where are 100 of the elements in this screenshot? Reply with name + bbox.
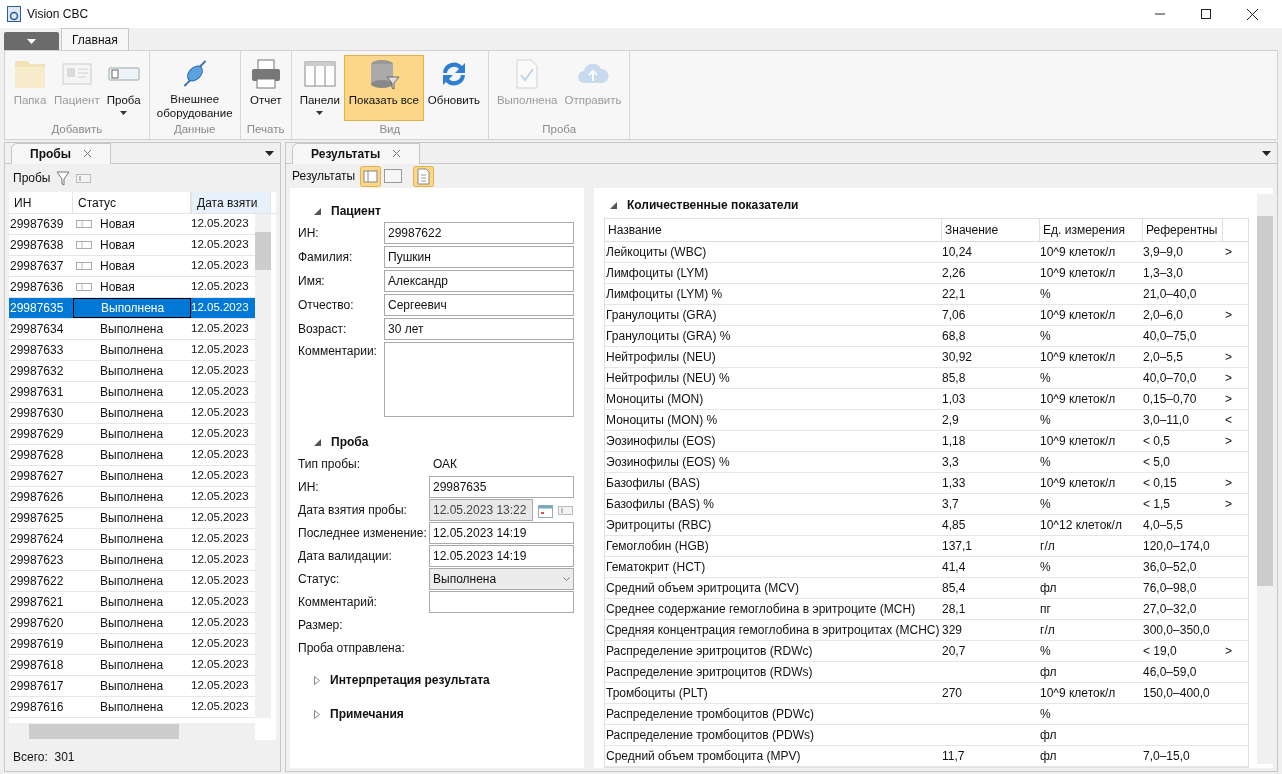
table-cell-text: 4,85 [942,517,967,534]
maximize-icon[interactable] [1201,9,1211,19]
text-field[interactable]: 29987622 [384,222,574,244]
sample-row[interactable]: 29987632 Выполнена 12.05.2023 [9,361,255,382]
ribbon-button[interactable]: Обновить [424,55,483,121]
column-header[interactable]: ИН [9,192,73,213]
comment-field[interactable] [384,342,574,417]
sample-row[interactable]: 29987635 Выполнена 12.05.2023 [9,298,255,319]
flag-indicator: > [1224,244,1232,261]
sample-row[interactable]: 29987637 Новая 12.05.2023 [9,256,255,277]
sample-row[interactable]: 29987620 Выполнена 12.05.2023 [9,613,255,634]
table-cell-text: Распределение эритроцитов (RDWs) [605,664,814,681]
single-view-icon[interactable] [384,169,403,183]
table-cell-text: 12.05.2023 [191,594,250,610]
collapse-triangle-icon[interactable] [314,207,321,215]
sample-row[interactable]: 29987616 Выполнена 12.05.2023 [9,697,255,718]
document-icon[interactable] [413,165,435,187]
filter-icon[interactable] [56,170,71,186]
sample-row[interactable]: 29987624 Выполнена 12.05.2023 [9,529,255,550]
table-cell-text: 85,8 [942,370,967,387]
table-cell-text: % [1040,706,1052,723]
split-view-icon[interactable] [360,165,382,187]
ribbon-button[interactable]: Отчет [245,55,286,121]
sample-row[interactable]: 29987639 Новая 12.05.2023 [9,214,255,235]
column-header[interactable]: Дата взяти [191,192,271,213]
sample-row[interactable]: 29987628 Выполнена 12.05.2023 [9,445,255,466]
column-header[interactable]: Значение [942,219,1040,241]
text-field[interactable]: 12.05.2023 14:19 [429,522,574,544]
sample-row[interactable]: 29987631 Выполнена 12.05.2023 [9,382,255,403]
flag-indicator: > [1224,391,1232,408]
expand-triangle-icon[interactable] [314,675,320,685]
table-cell-text: 12.05.2023 [191,258,250,274]
column-header[interactable]: Название [605,219,942,241]
ribbon-button[interactable]: Показать все [343,55,424,121]
text-field[interactable]: 30 лет [384,318,574,340]
table-cell-text: 29987624 [9,531,65,548]
collapse-triangle-icon[interactable] [610,201,617,209]
text-field[interactable] [429,591,574,613]
table-cell-text: 36,0–52,0 [1143,559,1198,576]
collapse-triangle-icon[interactable] [314,438,321,446]
sample-row[interactable]: 29987619 Выполнена 12.05.2023 [9,634,255,655]
table-cell-text: 29987623 [9,552,65,569]
text-field[interactable]: 12.05.2023 14:19 [429,545,574,567]
column-header[interactable]: Ед. измерения [1040,219,1143,241]
table-cell-text: Выполнена [100,489,164,506]
close-icon[interactable] [1247,8,1258,20]
table-cell-text: 29987622 [9,573,65,590]
sample-row[interactable]: 29987626 Выполнена 12.05.2023 [9,487,255,508]
pane-menu-caret-icon[interactable] [265,150,274,156]
sample-row[interactable]: 29987633 Выполнена 12.05.2023 [9,340,255,361]
sample-row[interactable]: 29987627 Выполнена 12.05.2023 [9,466,255,487]
section-title: Количественные показатели [627,197,799,214]
toggle-icon[interactable] [558,505,573,515]
sample-row[interactable]: 29987625 Выполнена 12.05.2023 [9,508,255,529]
sample-row[interactable]: 29987638 Новая 12.05.2023 [9,235,255,256]
table-cell-text: 29987630 [9,405,65,422]
status-dropdown[interactable]: Выполнена [429,568,574,590]
sample-row[interactable]: 29987623 Выполнена 12.05.2023 [9,550,255,571]
table-cell-text: 29987619 [9,636,65,653]
table-cell-text: 21,0–40,0 [1143,286,1198,303]
vertical-scrollbar[interactable] [255,214,271,718]
ribbon-button[interactable]: Проба [103,55,144,121]
sample-row[interactable]: 29987618 Выполнена 12.05.2023 [9,655,255,676]
sample-row[interactable]: 29987622 Выполнена 12.05.2023 [9,571,255,592]
field-label: Последнее изменение: [298,525,428,542]
table-cell-text: Выполнена [100,552,164,569]
sample-row[interactable]: 29987634 Выполнена 12.05.2023 [9,319,255,340]
application-menu-button[interactable] [4,32,59,50]
table-cell-text: 12.05.2023 [191,489,250,505]
table-cell-text: Гематокрит (HCT) [605,559,707,576]
table-cell-text: 29987625 [9,510,65,527]
table-cell-text: Выполнена [100,510,164,527]
sample-row[interactable]: 29987629 Выполнена 12.05.2023 [9,424,255,445]
table-cell-text: 29987620 [9,615,65,632]
table-cell-text: 27,0–32,0 [1143,601,1198,618]
pane-tab[interactable]: Пробы [11,142,111,164]
text-field[interactable]: Пушкин [384,246,574,268]
vertical-scrollbar[interactable] [1257,194,1273,764]
table-cell-text: % [1040,496,1052,513]
table-cell-text: фл [1040,580,1058,597]
horizontal-scrollbar[interactable] [9,723,255,740]
calendar-icon[interactable] [538,502,553,518]
expand-triangle-icon[interactable] [314,709,320,719]
text-field[interactable]: Сергеевич [384,294,574,316]
sample-row[interactable]: 29987630 Выполнена 12.05.2023 [9,403,255,424]
sample-row[interactable]: 29987621 Выполнена 12.05.2023 [9,592,255,613]
text-field[interactable]: 29987635 [429,476,574,498]
ribbon-button[interactable]: Внешнее оборудование [154,55,235,121]
sample-row[interactable]: 29987617 Выполнена 12.05.2023 [9,676,255,697]
table-cell-text: 3,9–9,0 [1143,244,1185,261]
ribbon-tab[interactable]: Главная [61,28,129,50]
column-header[interactable]: Референтны [1143,219,1223,241]
pane-menu-caret-icon[interactable] [1262,150,1271,156]
ribbon-button[interactable]: Панели [296,55,343,121]
toggle-icon[interactable] [76,173,92,183]
table-cell-text: 137,1 [942,538,974,555]
text-field[interactable]: Александр [384,270,574,292]
table-cell-text: 2,26 [942,265,967,282]
table-cell-text: 10^9 клеток/л [1040,349,1117,366]
pane-tab[interactable]: Результаты [292,142,421,164]
